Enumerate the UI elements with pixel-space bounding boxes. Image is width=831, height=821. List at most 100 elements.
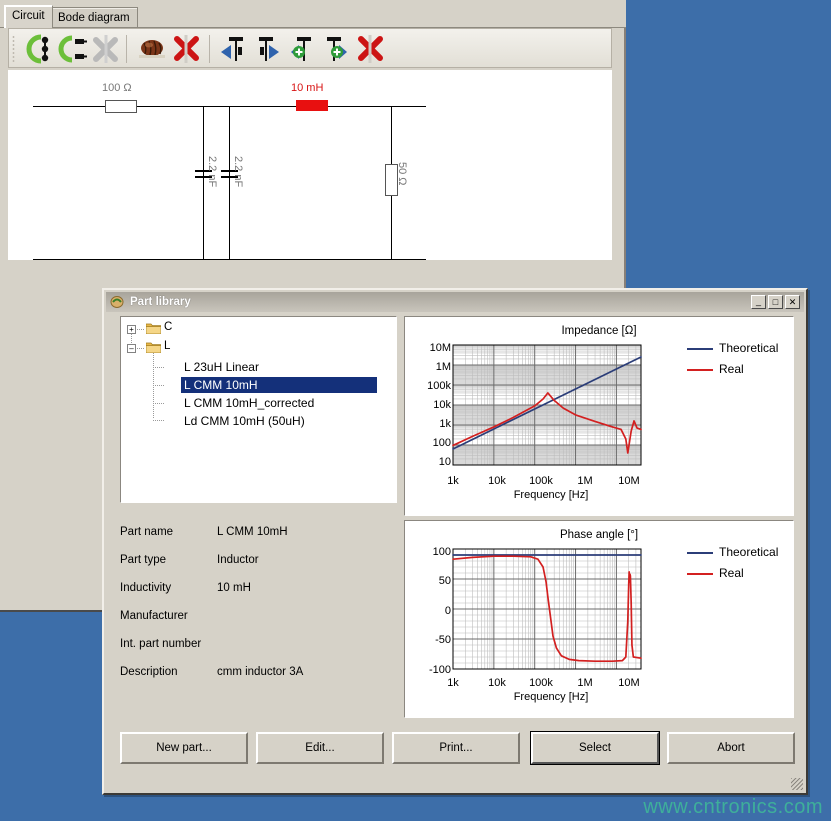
abort-button-label: Abort	[717, 742, 745, 754]
wire-top-1	[33, 106, 105, 107]
property-value-part-name: L CMM 10mH	[217, 526, 288, 538]
tree-child-connector-3	[153, 403, 165, 404]
edit-button[interactable]: Edit...	[256, 732, 384, 764]
tree-item-l-23uh-linear[interactable]: L 23uH Linear	[181, 359, 262, 375]
tree-child-trunk	[153, 353, 154, 419]
impedance-xtick-100k: 100k	[527, 475, 555, 487]
maximize-button[interactable]: □	[768, 295, 783, 309]
circuit-canvas[interactable]: 100 Ω 10 mH 2.2 nF 2.2 nF 50 Ω	[8, 70, 612, 260]
tree-expander-l[interactable]: –	[127, 344, 136, 353]
impedance-legend-swatch-real	[687, 369, 713, 371]
connect-terminal-icon[interactable]	[55, 33, 89, 65]
property-value-inductivity: 10 mH	[217, 582, 251, 594]
impedance-ytick-1k: 1k	[405, 418, 451, 430]
phase-xtick-10M: 10M	[615, 677, 643, 689]
part-library-titlebar[interactable]: Part library _ □ ✕	[106, 292, 804, 312]
toolbar	[8, 28, 612, 68]
connect-node-icon[interactable]	[21, 33, 55, 65]
tree-group-l-label[interactable]: L	[164, 340, 170, 352]
impedance-xtick-1k: 1k	[439, 475, 467, 487]
edit-button-label: Edit...	[305, 742, 334, 754]
add-node-right-icon[interactable]	[319, 33, 353, 65]
inductor-l1-symbol[interactable]	[296, 100, 328, 111]
capacitor-c1-label: 2.2 nF	[206, 156, 218, 187]
tree-group-c-label[interactable]: C	[164, 321, 172, 333]
tree-child-connector-1	[153, 367, 165, 368]
tree-connector-c	[137, 329, 145, 330]
new-part-button[interactable]: New part...	[120, 732, 248, 764]
part-library-icon	[110, 295, 126, 309]
toolbar-separator-2	[209, 35, 210, 63]
inductor-l1-label: 10 mH	[291, 82, 323, 94]
phase-angle-chart: Phase angle [°] 100 50 0 -50 -100 1k 10k…	[404, 520, 794, 718]
tree-child-connector-2	[153, 385, 165, 386]
minimize-glyph: _	[756, 296, 761, 306]
part-tree-view[interactable]: + C – L L 23uH Linear L CM	[120, 316, 397, 503]
watermark: www.cntronics.com	[643, 796, 823, 819]
part-library-title: Part library	[130, 296, 191, 308]
part-library-dialog: Part library _ □ ✕ + C –	[102, 288, 808, 795]
phase-xaxis-label: Frequency [Hz]	[491, 691, 611, 703]
impedance-ytick-10: 10	[405, 456, 451, 468]
tree-expander-c[interactable]: +	[127, 325, 136, 334]
print-button[interactable]: Print...	[392, 732, 520, 764]
toolbar-separator-1	[126, 35, 127, 63]
tab-bode-diagram[interactable]: Bode diagram	[50, 7, 138, 28]
impedance-xaxis-label: Frequency [Hz]	[491, 489, 611, 501]
add-node-left-icon[interactable]	[285, 33, 319, 65]
impedance-xtick-10k: 10k	[483, 475, 511, 487]
phase-ytick-100: 100	[405, 546, 451, 558]
maximize-glyph: □	[773, 297, 778, 307]
phase-legend-swatch-real	[687, 573, 713, 575]
property-value-description: cmm inductor 3A	[217, 666, 303, 678]
add-part-icon[interactable]	[135, 33, 169, 65]
tree-expander-l-glyph: –	[129, 344, 133, 353]
impedance-xtick-10M: 10M	[615, 475, 643, 487]
phase-legend-swatch-theoretical	[687, 552, 713, 554]
tab-circuit[interactable]: Circuit	[4, 5, 53, 28]
tree-connector-l	[137, 348, 145, 349]
impedance-legend-label-theoretical: Theoretical	[719, 341, 778, 355]
phase-ytick-minus50: -50	[405, 634, 451, 646]
wire-branch-c2	[229, 106, 230, 260]
tab-bode-diagram-label: Bode diagram	[58, 12, 130, 24]
insert-right-icon[interactable]	[251, 33, 285, 65]
abort-button[interactable]: Abort	[667, 732, 795, 764]
phase-xtick-100k: 100k	[527, 677, 555, 689]
close-glyph: ✕	[789, 297, 797, 307]
tree-trunk	[131, 334, 132, 344]
impedance-ytick-100k: 100k	[405, 380, 451, 392]
tree-expander-c-glyph: +	[129, 325, 134, 334]
toolbar-grip[interactable]	[12, 35, 15, 62]
new-part-button-label: New part...	[156, 742, 212, 754]
phase-ytick-0: 0	[405, 605, 451, 617]
tab-strip: Circuit Bode diagram	[0, 0, 626, 28]
close-button[interactable]: ✕	[785, 295, 800, 309]
phase-legend-label-real: Real	[719, 566, 744, 580]
property-value-part-type: Inductor	[217, 554, 259, 566]
impedance-chart: Impedance [Ω] 10M 1M 100k 10k 1k 100 10 …	[404, 316, 794, 516]
delete-part-icon[interactable]	[169, 33, 203, 65]
impedance-xtick-1M: 1M	[571, 475, 599, 487]
impedance-legend-swatch-theoretical	[687, 348, 713, 350]
wire-top-2	[137, 106, 296, 107]
minimize-button[interactable]: _	[751, 295, 766, 309]
tree-item-l-cmm-10mh-corrected[interactable]: L CMM 10mH_corrected	[181, 395, 317, 411]
resistor-r1-symbol[interactable]	[105, 100, 137, 113]
property-label-int-part-number: Int. part number	[120, 638, 201, 650]
resize-grip[interactable]	[791, 778, 803, 790]
tree-item-l-cmm-10mh[interactable]: L CMM 10mH	[181, 377, 377, 393]
disconnect-icon[interactable]	[89, 33, 123, 65]
insert-left-icon[interactable]	[217, 33, 251, 65]
property-label-inductivity: Inductivity	[120, 582, 171, 594]
print-button-label: Print...	[439, 742, 472, 754]
select-button[interactable]: Select	[531, 732, 659, 764]
phase-ytick-50: 50	[405, 575, 451, 587]
tree-item-ld-cmm-10mh-50uh[interactable]: Ld CMM 10mH (50uH)	[181, 413, 308, 429]
delete-node-icon[interactable]	[353, 33, 387, 65]
impedance-ytick-10k: 10k	[405, 399, 451, 411]
resistor-r2-label: 50 Ω	[396, 162, 408, 186]
phase-xtick-1M: 1M	[571, 677, 599, 689]
property-label-part-type: Part type	[120, 554, 166, 566]
impedance-ytick-100: 100	[405, 437, 451, 449]
